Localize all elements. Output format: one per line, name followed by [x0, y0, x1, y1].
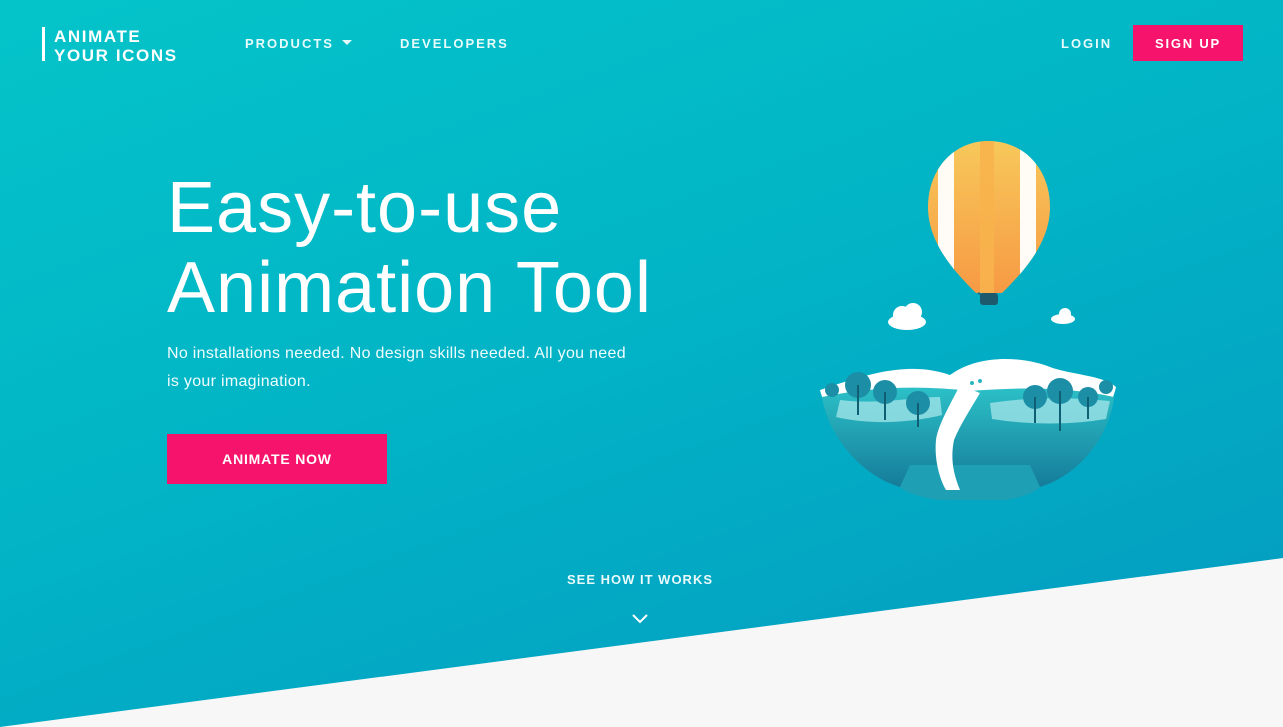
sign-up-button[interactable]: SIGN UP — [1133, 25, 1243, 61]
caret-down-icon — [341, 40, 352, 46]
hero-headline-line1: Easy-to-use — [167, 168, 563, 248]
hero-headline: Easy-to-use Animation Tool — [167, 168, 652, 328]
brand-logo-line2: YOUR ICONS — [54, 46, 178, 65]
nav-products-label: PRODUCTS — [245, 36, 334, 51]
nav-developers-link[interactable]: DEVELOPERS — [400, 36, 509, 51]
hero-headline-line2: Animation Tool — [167, 248, 652, 328]
login-link[interactable]: LOGIN — [1061, 36, 1112, 51]
brand-logo[interactable]: ANIMATE YOUR ICONS — [42, 27, 178, 65]
see-how-it-works-link[interactable]: SEE HOW IT WORKS — [540, 572, 740, 587]
hot-air-balloon-island-illustration — [820, 141, 1116, 500]
hero-subtext: No installations needed. No design skill… — [167, 345, 626, 390]
nav-products-menu[interactable]: PRODUCTS — [245, 36, 352, 51]
brand-logo-line1: ANIMATE — [54, 27, 142, 46]
chevron-down-icon[interactable] — [631, 612, 649, 624]
animate-now-button[interactable]: ANIMATE NOW — [167, 434, 387, 484]
balloon-shape — [928, 141, 1050, 305]
